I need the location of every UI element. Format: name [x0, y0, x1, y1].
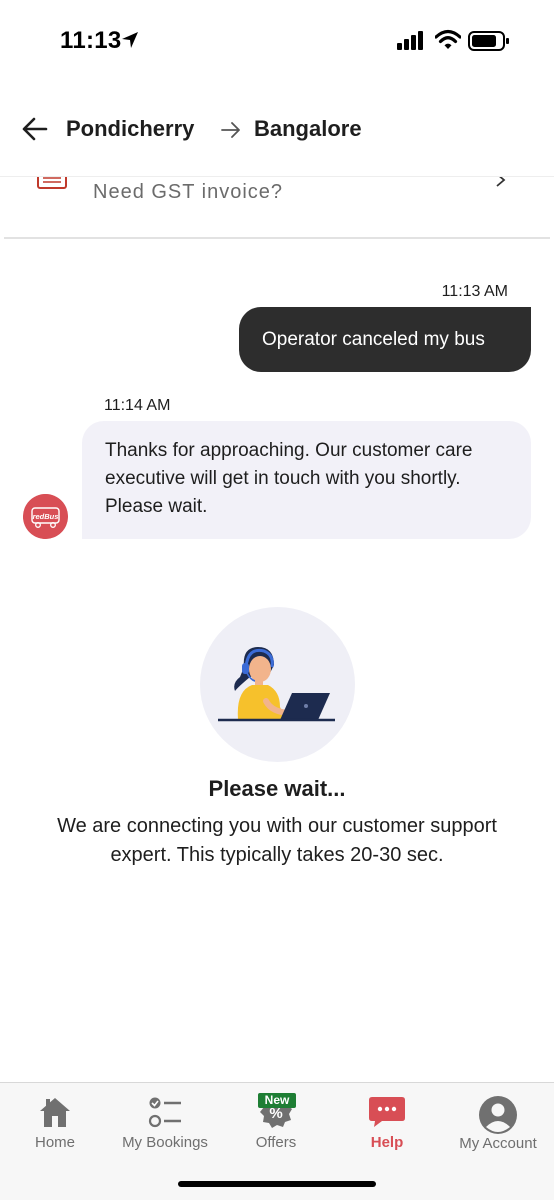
- wait-description: We are connecting you with our customer …: [57, 815, 497, 866]
- avatar-brand-text: redBus: [33, 512, 59, 521]
- home-icon: [40, 1098, 70, 1127]
- nav-item-home[interactable]: Home: [0, 1083, 110, 1163]
- redbus-avatar: redBus: [23, 494, 68, 539]
- invoice-icon: [37, 177, 67, 189]
- nav-label-my-bookings: My Bookings: [122, 1134, 208, 1151]
- status-bar: 11:13: [0, 0, 554, 84]
- agent-message-time: 11:14 AM: [104, 397, 171, 414]
- account-icon: [479, 1096, 517, 1134]
- user-message-time: 11:13 AM: [441, 283, 508, 300]
- chevron-right-icon: [496, 177, 506, 187]
- wifi-icon: [435, 29, 461, 49]
- route-origin: Pondicherry: [66, 116, 195, 141]
- support-agent-illustration: [218, 647, 335, 722]
- route-arrow-icon: [221, 122, 240, 138]
- user-message-bubble: Operator canceled my bus: [239, 307, 531, 372]
- battery-icon: [468, 31, 509, 51]
- nav-label-offers: Offers: [255, 1134, 297, 1151]
- nav-item-my-account[interactable]: My Account: [443, 1083, 553, 1163]
- bookings-list-icon: [148, 1097, 181, 1128]
- nav-item-my-bookings[interactable]: My Bookings: [110, 1083, 220, 1163]
- gst-invoice-row[interactable]: Need GST invoice?: [0, 177, 554, 239]
- status-time: 11:13: [60, 27, 122, 54]
- agent-message-text: Thanks for approaching. Our customer car…: [105, 440, 473, 517]
- gst-divider: [4, 237, 550, 239]
- nav-label-help: Help: [370, 1134, 404, 1151]
- wait-title: Please wait...: [208, 776, 346, 801]
- nav-label-my-account: My Account: [459, 1135, 537, 1152]
- agent-message-bubble: Thanks for approaching. Our customer car…: [82, 421, 531, 539]
- nav-item-help[interactable]: Help: [332, 1083, 442, 1163]
- user-message-text: Operator canceled my bus: [262, 328, 485, 350]
- back-arrow-icon[interactable]: [20, 114, 50, 144]
- help-chat-icon: [369, 1097, 405, 1127]
- cellular-signal-icon: [397, 31, 423, 50]
- route-destination: Bangalore: [254, 116, 362, 141]
- nav-label-home: Home: [34, 1134, 75, 1151]
- route-header: Pondicherry Bangalore: [0, 100, 554, 160]
- location-arrow-icon: [122, 32, 138, 48]
- new-badge: New: [258, 1093, 296, 1108]
- gst-invoice-label: Need GST invoice?: [93, 181, 284, 203]
- home-indicator: [178, 1181, 376, 1187]
